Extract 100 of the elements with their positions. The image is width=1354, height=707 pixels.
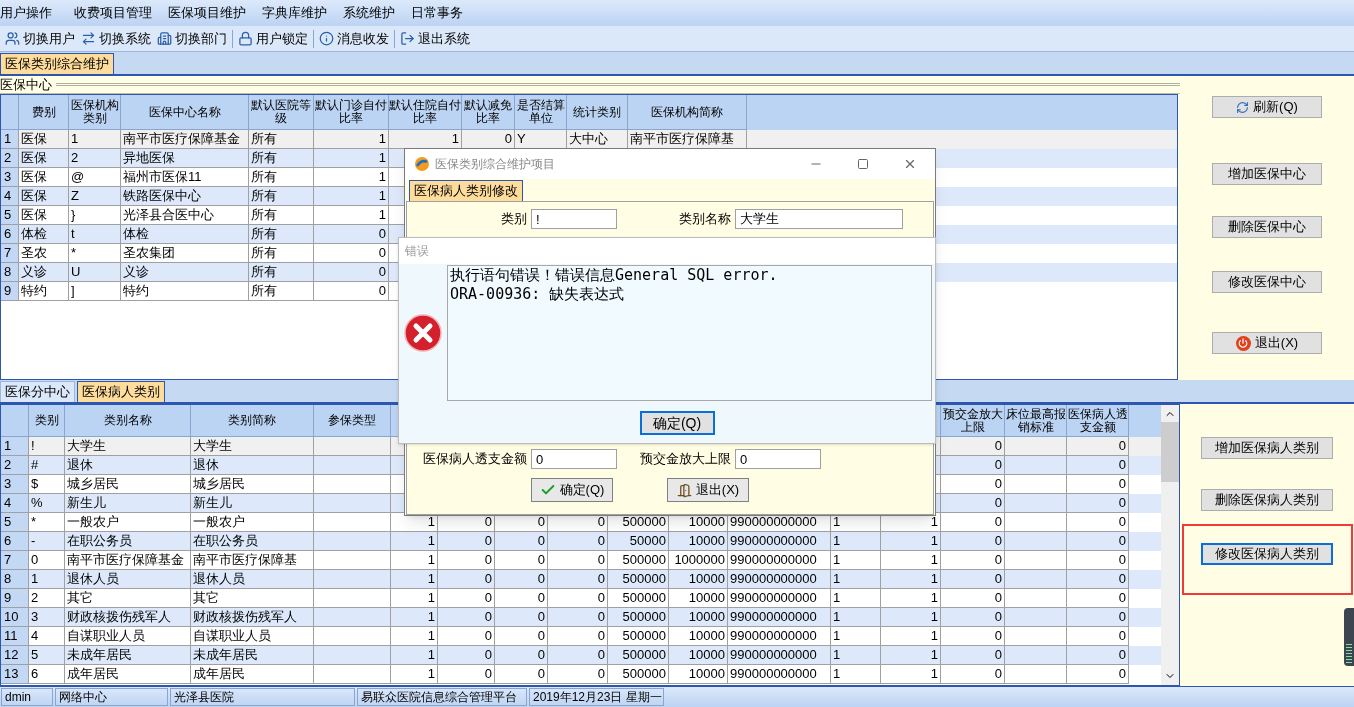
table-cell: 医保 (21, 150, 47, 165)
table-cell: 500000 (622, 590, 666, 605)
table-cell: 10000 (688, 628, 725, 643)
table-cell: * (71, 245, 77, 260)
table-cell: # (31, 457, 39, 472)
table-cell: 光泽县合医中心 (123, 207, 214, 222)
table-cell: 0 (537, 552, 545, 567)
column-header: 类别简称 (228, 414, 276, 427)
row-number: 8 (4, 264, 12, 279)
table-cell: 10000 (688, 609, 725, 624)
table-cell: @ (71, 169, 85, 184)
table-cell: 在职公务员 (193, 533, 258, 548)
table-cell: 1 (833, 571, 841, 586)
table-cell: 大中心 (569, 131, 608, 146)
table-cell: 1 (930, 666, 938, 681)
table-cell: 1 (71, 131, 79, 146)
table-cell: 0 (1118, 552, 1126, 567)
field-label: 类别名称 (678, 210, 732, 229)
table-cell: 成年居民 (67, 666, 119, 681)
table-cell: 1 (427, 628, 435, 643)
table-cell: 0 (1118, 476, 1126, 491)
table-cell: 10000 (688, 666, 725, 681)
column-header: 预交金放大上限 (941, 407, 1004, 434)
table-cell: 10000 (688, 647, 725, 662)
row-number: 12 (4, 647, 19, 662)
table-cell: 圣农 (21, 245, 47, 260)
row-number: 6 (4, 226, 12, 241)
table-cell: 0 (1118, 647, 1126, 662)
column-header: 默认住院自付比率 (389, 99, 461, 125)
table-cell: 1 (930, 609, 938, 624)
table-cell: 0 (994, 609, 1002, 624)
table-cell: 财政核拨伤残军人 (67, 609, 171, 624)
table-cell: Y (517, 131, 526, 146)
table-cell: 0 (484, 552, 492, 567)
table-cell: 财政核拨伤残军人 (193, 609, 297, 624)
table-cell: 特约 (123, 283, 149, 298)
table-cell: 4 (31, 628, 39, 643)
table-cell: 城乡居民 (193, 476, 245, 491)
table-cell: 0 (484, 666, 492, 681)
table-cell: ! (31, 438, 35, 453)
table-cell: 特约 (21, 283, 47, 298)
table-cell: 0 (994, 666, 1002, 681)
table-cell: 其它 (67, 590, 93, 605)
table-cell: 990000000000 (730, 628, 817, 643)
table-cell: U (71, 264, 81, 279)
table-cell: ] (71, 283, 75, 298)
table-cell: 500000 (622, 514, 666, 529)
table-cell: 0 (484, 571, 492, 586)
table-cell: 0 (484, 647, 492, 662)
table-cell: 0 (597, 552, 605, 567)
table-cell: 所有 (251, 150, 277, 165)
table-cell: 1 (451, 131, 459, 146)
table-cell: 1000000 (674, 552, 725, 567)
table-cell: 500000 (622, 628, 666, 643)
table-cell: 0 (994, 628, 1002, 643)
table-cell: 义诊 (123, 264, 149, 279)
table-cell: 0 (537, 571, 545, 586)
row-number: 1 (4, 438, 12, 453)
table-cell: 自谋职业人员 (67, 628, 145, 643)
table-cell: 500000 (622, 552, 666, 567)
table-cell: 所有 (251, 169, 277, 184)
table-cell: 1 (833, 533, 841, 548)
field-label: 类别 (500, 210, 528, 229)
table-cell: 0 (537, 609, 545, 624)
table-cell: 0 (994, 514, 1002, 529)
table-cell: 0 (1118, 514, 1126, 529)
table-cell: % (31, 495, 43, 510)
table-cell: 0 (994, 476, 1002, 491)
row-number: 8 (4, 571, 12, 586)
table-cell: 所有 (251, 207, 277, 222)
table-cell: 0 (1118, 590, 1126, 605)
table-cell: 500000 (622, 666, 666, 681)
table-cell: $ (31, 476, 39, 491)
table-cell: 1 (378, 188, 386, 203)
row-number: 7 (4, 245, 12, 260)
table-cell: 0 (1118, 609, 1126, 624)
table-cell: 铁路医保中心 (123, 188, 201, 203)
table-cell: 0 (597, 533, 605, 548)
table-cell: 2 (31, 590, 39, 605)
table-cell: Z (71, 188, 79, 203)
table-cell: 1 (833, 666, 841, 681)
table-cell: 1 (378, 169, 386, 184)
table-cell: 0 (994, 552, 1002, 567)
column-header: 床位最高报销标准 (1005, 407, 1066, 434)
table-cell: 500000 (622, 609, 666, 624)
row-number: 9 (4, 590, 12, 605)
table-cell: 1 (427, 666, 435, 681)
table-cell: 1 (427, 647, 435, 662)
column-header: 医保机构类别 (69, 99, 120, 125)
row-number: 6 (4, 533, 12, 548)
table-cell: 医保 (21, 188, 47, 203)
table-cell: 0 (484, 533, 492, 548)
table-cell: 1 (427, 571, 435, 586)
table-cell: 1 (427, 552, 435, 567)
table-cell: 1 (378, 150, 386, 165)
table-cell: 0 (378, 264, 386, 279)
table-cell: 所有 (251, 283, 277, 298)
table-cell: 1 (31, 571, 39, 586)
table-cell: 南平市医疗保障基金 (123, 131, 240, 146)
table-cell: 0 (597, 666, 605, 681)
